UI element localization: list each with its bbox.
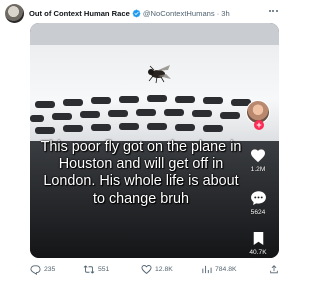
tiktok-save-count: 40.7K [249, 249, 267, 256]
tiktok-save-button[interactable]: 40.7K [243, 231, 273, 256]
tiktok-like-count: 1.2M [250, 166, 266, 173]
handle[interactable]: @NoContextHumans [143, 9, 215, 18]
tiktok-comment-button[interactable]: 5624 [243, 190, 273, 216]
video-caption: This poor fly got on the plane in Housto… [40, 139, 242, 207]
retweet-button[interactable]: 551 [83, 264, 109, 275]
retweet-count: 551 [98, 266, 110, 273]
display-name[interactable]: Out of Context Human Race [29, 9, 130, 18]
video-media[interactable]: This poor fly got on the plane in Housto… [30, 23, 279, 258]
avatar[interactable] [5, 4, 24, 23]
reply-button[interactable]: 235 [30, 264, 55, 275]
reply-icon [30, 265, 41, 275]
tweet-header: Out of Context Human Race @NoContextHuma… [29, 7, 230, 19]
separator: · [216, 8, 220, 18]
tweet[interactable]: Out of Context Human Race @NoContextHuma… [0, 0, 285, 300]
like-button[interactable]: 12.8K [141, 264, 173, 275]
tiktok-like-button[interactable]: 1.2M [243, 148, 273, 173]
more-options-icon[interactable] [267, 6, 279, 16]
tiktok-comment-count: 5624 [250, 209, 266, 216]
tweet-actions: 235 551 12.8K 784.8K [30, 264, 279, 278]
analytics-icon [202, 265, 212, 274]
verified-badge-icon [132, 9, 141, 18]
heart-icon [251, 149, 265, 163]
follow-plus-icon[interactable]: + [254, 120, 264, 130]
reply-count: 235 [44, 266, 56, 273]
share-button[interactable] [269, 264, 279, 275]
views-button[interactable]: 784.8K [201, 264, 237, 275]
timestamp[interactable]: 3h [221, 9, 229, 18]
like-heart-icon [141, 265, 152, 274]
view-count: 784.8K [215, 266, 237, 273]
bookmark-icon [253, 232, 263, 245]
comment-bubble-icon [250, 191, 266, 205]
retweet-icon [83, 265, 95, 274]
share-icon [270, 265, 278, 274]
like-count: 12.8K [155, 266, 173, 273]
